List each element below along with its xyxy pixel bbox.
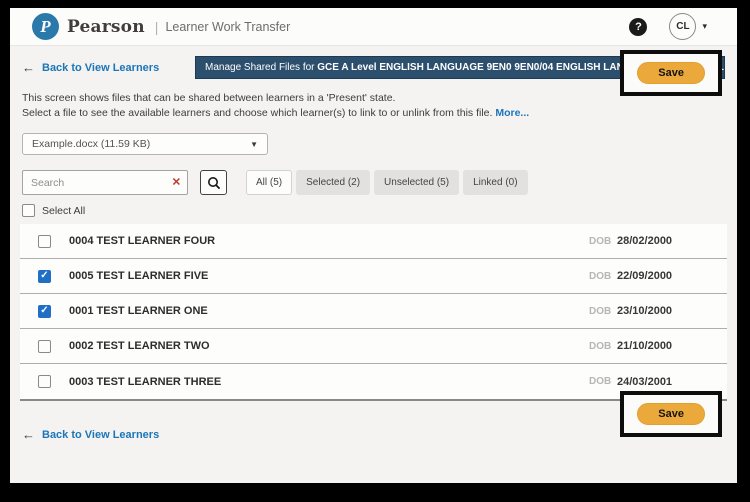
app-window: P Pearson | Learner Work Transfer ? CL ▾… [10,8,737,483]
learner-checkbox[interactable] [38,305,51,318]
save-highlight-box-top: Save [620,50,722,96]
search-box: ✕ [22,170,188,195]
file-select-value: Example.docx (11.59 KB) [32,138,250,150]
brand: P Pearson | Learner Work Transfer [32,13,290,40]
dob-value: 24/03/2001 [617,376,679,388]
back-link-label: Back to View Learners [42,62,159,74]
learner-name: 0003 TEST LEARNER THREE [69,376,589,388]
learner-name: 0004 TEST LEARNER FOUR [69,235,589,247]
intro-line2: Select a file to see the available learn… [22,107,492,119]
dob-label: DOB [589,341,617,352]
help-icon[interactable]: ? [629,18,647,36]
more-link[interactable]: More... [495,107,529,119]
select-all-checkbox[interactable] [22,204,35,217]
brand-divider: | [155,19,159,35]
search-icon [207,176,221,190]
main-content: ← Back to View Learners Manage Shared Fi… [10,56,737,444]
app-title: Learner Work Transfer [165,20,290,34]
learner-checkbox[interactable] [38,235,51,248]
learner-row: 0004 TEST LEARNER FOUR DOB 28/02/2000 [20,224,727,259]
back-arrow-icon: ← [22,427,35,442]
learner-name: 0002 TEST LEARNER TWO [69,340,589,352]
filter-linked[interactable]: Linked (0) [463,170,527,195]
intro-text: This screen shows files that can be shar… [22,91,582,121]
clear-search-icon[interactable]: ✕ [172,177,181,188]
search-filter-row: ✕ All (5) Selected (2) Unselected (5) Li… [22,170,725,195]
chevron-down-icon[interactable]: ▾ [702,21,707,32]
dob-value: 22/09/2000 [617,270,679,282]
dob-label: DOB [589,236,617,247]
dob-value: 23/10/2000 [617,305,679,317]
learner-checkbox[interactable] [38,375,51,388]
save-button-top[interactable]: Save [637,62,705,84]
brand-name: Pearson [67,17,145,37]
select-all[interactable]: Select All [22,204,725,217]
back-arrow-icon: ← [22,60,35,75]
dob-value: 21/10/2000 [617,340,679,352]
filter-unselected[interactable]: Unselected (5) [374,170,459,195]
dob-label: DOB [589,306,617,317]
banner-prefix: Manage Shared Files for [205,62,317,73]
intro-line1: This screen shows files that can be shar… [22,92,395,104]
filter-all[interactable]: All (5) [246,170,292,195]
filter-chips: All (5) Selected (2) Unselected (5) Link… [246,170,528,195]
dob-label: DOB [589,271,617,282]
pearson-logo-letter: P [40,18,50,35]
learner-list: 0004 TEST LEARNER FOUR DOB 28/02/2000 00… [20,224,727,401]
dob-value: 28/02/2000 [617,235,679,247]
back-to-view-learners-link-bottom[interactable]: ← Back to View Learners [22,427,159,442]
avatar[interactable]: CL [669,13,696,40]
save-button-bottom[interactable]: Save [637,403,705,425]
search-button[interactable] [200,170,227,195]
back-link-label: Back to View Learners [42,429,159,441]
learner-checkbox[interactable] [38,340,51,353]
chevron-down-icon: ▼ [250,140,258,149]
save-highlight-box-bottom: Save [620,391,722,437]
filter-selected[interactable]: Selected (2) [296,170,370,195]
pearson-logo-icon: P [32,13,59,40]
learner-checkbox[interactable] [38,270,51,283]
learner-row: 0005 TEST LEARNER FIVE DOB 22/09/2000 [20,259,727,294]
file-select-dropdown[interactable]: Example.docx (11.59 KB) ▼ [22,133,268,155]
back-to-view-learners-link-top[interactable]: ← Back to View Learners [22,60,159,75]
learner-row: 0001 TEST LEARNER ONE DOB 23/10/2000 [20,294,727,329]
app-header: P Pearson | Learner Work Transfer ? CL ▾ [10,8,737,46]
select-all-label: Select All [42,205,85,217]
dob-label: DOB [589,376,617,387]
learner-name: 0001 TEST LEARNER ONE [69,305,589,317]
learner-name: 0005 TEST LEARNER FIVE [69,270,589,282]
learner-row: 0002 TEST LEARNER TWO DOB 21/10/2000 [20,329,727,364]
search-input[interactable] [22,170,188,195]
topbar-right: ? CL ▾ [629,13,707,40]
